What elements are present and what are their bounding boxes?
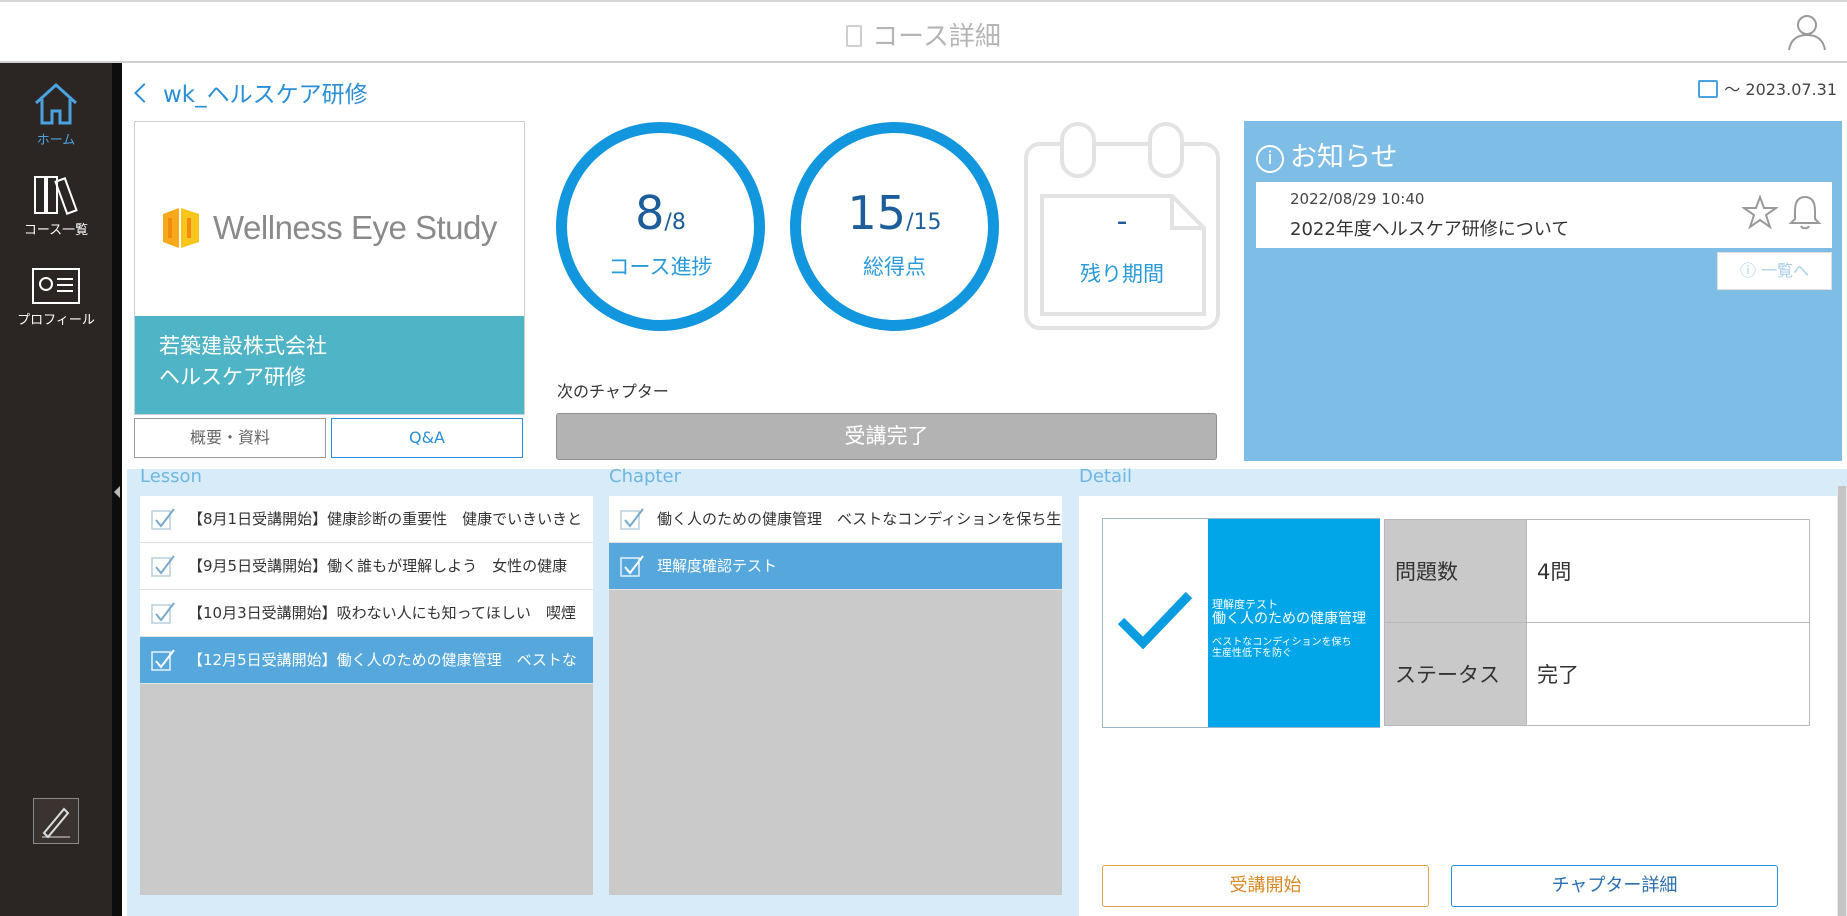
lesson-row-selected[interactable]: 【12月5日受講開始】働く人のための健康管理 ベストな xyxy=(140,637,593,684)
notice-date: 2022/08/29 10:40 xyxy=(1290,190,1425,208)
lesson-row-label: 【9月5日受講開始】働く誰もが理解しよう 女性の健康 xyxy=(188,557,568,575)
lesson-panel-title: Lesson xyxy=(140,466,202,487)
status-value: 完了 xyxy=(1526,622,1810,726)
status-label: ステータス xyxy=(1384,622,1527,726)
lesson-row-label: 【12月5日受講開始】働く人のための健康管理 ベストな xyxy=(188,651,577,669)
chapter-detail-button[interactable]: チャプター詳細 xyxy=(1451,865,1778,907)
period-text: ～ 2023.07.31 xyxy=(1724,80,1837,99)
notice-list-button[interactable]: ⓘ 一覧へ xyxy=(1717,252,1832,290)
course-logo: Wellness Eye Study xyxy=(159,206,497,250)
notice-title: i お知らせ xyxy=(1256,135,1397,174)
progress-circle: 8/8 コース進捗 xyxy=(556,122,765,331)
chapter-row-label: 働く人のための健康管理 ベストなコンディションを保ち生産 xyxy=(657,510,1062,528)
notebook-icon xyxy=(846,25,863,47)
chapter-list: 働く人のための健康管理 ベストなコンディションを保ち生産 理解度確認テスト xyxy=(609,496,1062,895)
sidebar-item-home[interactable]: ホーム xyxy=(0,81,112,148)
check-icon xyxy=(151,555,175,577)
notice-panel: i お知らせ 2022/08/29 10:40 2022年度ヘルスケア研修について… xyxy=(1244,121,1842,461)
detail-card-title: 働く人のための健康管理 xyxy=(1212,611,1366,627)
check-icon xyxy=(620,555,644,577)
course-title-text: wk_ヘルスケア研修 xyxy=(163,82,368,108)
notice-text: 2022年度ヘルスケア研修について xyxy=(1290,219,1570,240)
remaining-period: - 残り期間 xyxy=(1022,122,1222,332)
question-count-value: 4問 xyxy=(1526,519,1810,623)
table-row: 問題数 4問 xyxy=(1384,519,1810,623)
info-icon: ⓘ xyxy=(1739,261,1762,280)
notice-more-label: 一覧へ xyxy=(1761,261,1810,280)
progress-total: /8 xyxy=(664,210,686,235)
completed-button[interactable]: 受講完了 xyxy=(556,413,1217,460)
course-period: ～ 2023.07.31 xyxy=(1698,76,1837,100)
books-icon xyxy=(34,176,78,215)
star-icon[interactable] xyxy=(1742,194,1778,230)
progress-value: 8 xyxy=(635,186,665,240)
logo-text: Wellness Eye Study xyxy=(213,209,497,246)
notice-item[interactable]: 2022/08/29 10:40 2022年度ヘルスケア研修について xyxy=(1256,182,1832,248)
detail-card-subtitle-line1: ベストなコンディションを保ち xyxy=(1212,637,1352,648)
progress-label: コース進捗 xyxy=(608,255,713,279)
chapter-panel-title: Chapter xyxy=(609,466,681,487)
certificate-icon xyxy=(32,268,80,304)
lesson-row[interactable]: 【10月3日受講開始】吸わない人にも知ってほしい 喫煙 xyxy=(140,590,593,637)
info-icon: i xyxy=(1256,145,1284,173)
lesson-row-label: 【8月1日受講開始】健康診断の重要性 健康でいきいきと xyxy=(188,510,583,528)
detail-card-subtitle: ベストなコンディションを保ち 生産性低下を防ぐ xyxy=(1212,637,1376,659)
detail-card-subtitle-line2: 生産性低下を防ぐ xyxy=(1212,648,1292,659)
qa-button[interactable]: Q&A xyxy=(331,418,523,458)
detail-table: 問題数 4問 ステータス 完了 xyxy=(1384,519,1810,726)
remaining-value: - xyxy=(1116,204,1128,239)
user-icon[interactable] xyxy=(1785,10,1829,54)
sidebar-item-profile[interactable]: プロフィール xyxy=(0,265,112,328)
chapter-row[interactable]: 働く人のための健康管理 ベストなコンディションを保ち生産 xyxy=(609,496,1062,543)
score-label: 総得点 xyxy=(863,255,926,279)
score-total: /15 xyxy=(906,210,942,235)
pencil-icon[interactable] xyxy=(33,798,79,844)
sidebar: ホーム コース一覧 プロフィール xyxy=(0,63,122,916)
course-name-band: 若築建設株式会社 ヘルスケア研修 xyxy=(135,316,524,414)
notice-title-text: お知らせ xyxy=(1290,142,1398,173)
bell-icon[interactable] xyxy=(1788,193,1822,231)
detail-card-thumbnail: 理解度テスト 働く人のための健康管理 ベストなコンディションを保ち 生産性低下を… xyxy=(1208,519,1380,727)
detail-card: 理解度テスト 働く人のための健康管理 ベストなコンディションを保ち 生産性低下を… xyxy=(1102,518,1380,728)
home-icon xyxy=(34,82,78,125)
lesson-list: 【8月1日受講開始】健康診断の重要性 健康でいきいきと 【9月5日受講開始】働く… xyxy=(140,496,593,895)
lesson-row-label: 【10月3日受講開始】吸わない人にも知ってほしい 喫煙 xyxy=(188,604,576,622)
app-header: コース詳細 xyxy=(0,0,1847,63)
lesson-row[interactable]: 【9月5日受講開始】働く誰もが理解しよう 女性の健康 xyxy=(140,543,593,590)
sidebar-item-label: コース一覧 xyxy=(23,223,89,238)
course-title[interactable]: wk_ヘルスケア研修 xyxy=(134,75,368,109)
check-icon xyxy=(151,508,175,530)
table-row: ステータス 完了 xyxy=(1384,622,1810,726)
overview-button[interactable]: 概要・資料 xyxy=(134,418,326,458)
calendar-icon xyxy=(1698,80,1719,98)
wellness-logo-icon xyxy=(163,208,199,248)
start-lesson-button[interactable]: 受講開始 xyxy=(1102,865,1429,907)
score-circle: 15/15 総得点 xyxy=(790,122,999,331)
sidebar-item-courses[interactable]: コース一覧 xyxy=(0,173,112,238)
detail-card-type: 理解度テスト xyxy=(1212,598,1278,611)
sidebar-item-label: プロフィール xyxy=(17,313,95,328)
company-name: 若築建設株式会社 xyxy=(159,334,327,358)
chapter-row-label: 理解度確認テスト xyxy=(657,557,778,575)
page-title: コース詳細 xyxy=(0,16,1847,53)
page-title-text: コース詳細 xyxy=(872,22,1001,52)
remaining-label: 残り期間 xyxy=(1080,262,1164,286)
lesson-row[interactable]: 【8月1日受講開始】健康診断の重要性 健康でいきいきと xyxy=(140,496,593,543)
checkmark-icon xyxy=(1117,591,1193,649)
detail-panel-title: Detail xyxy=(1079,466,1133,487)
check-icon xyxy=(620,508,644,530)
question-count-label: 問題数 xyxy=(1384,519,1527,623)
course-card: Wellness Eye Study 若築建設株式会社 ヘルスケア研修 xyxy=(134,121,525,415)
score-value: 15 xyxy=(847,186,907,240)
chapter-row-selected[interactable]: 理解度確認テスト xyxy=(609,543,1062,590)
back-chevron-icon[interactable] xyxy=(134,83,154,103)
check-icon xyxy=(151,602,175,624)
sidebar-item-label: ホーム xyxy=(36,133,76,148)
next-chapter-label: 次のチャプター xyxy=(557,382,669,401)
scrollbar-thumb[interactable] xyxy=(1838,486,1846,916)
collapse-arrow-icon[interactable] xyxy=(114,486,120,498)
course-name: ヘルスケア研修 xyxy=(159,365,306,389)
check-icon xyxy=(151,649,175,671)
